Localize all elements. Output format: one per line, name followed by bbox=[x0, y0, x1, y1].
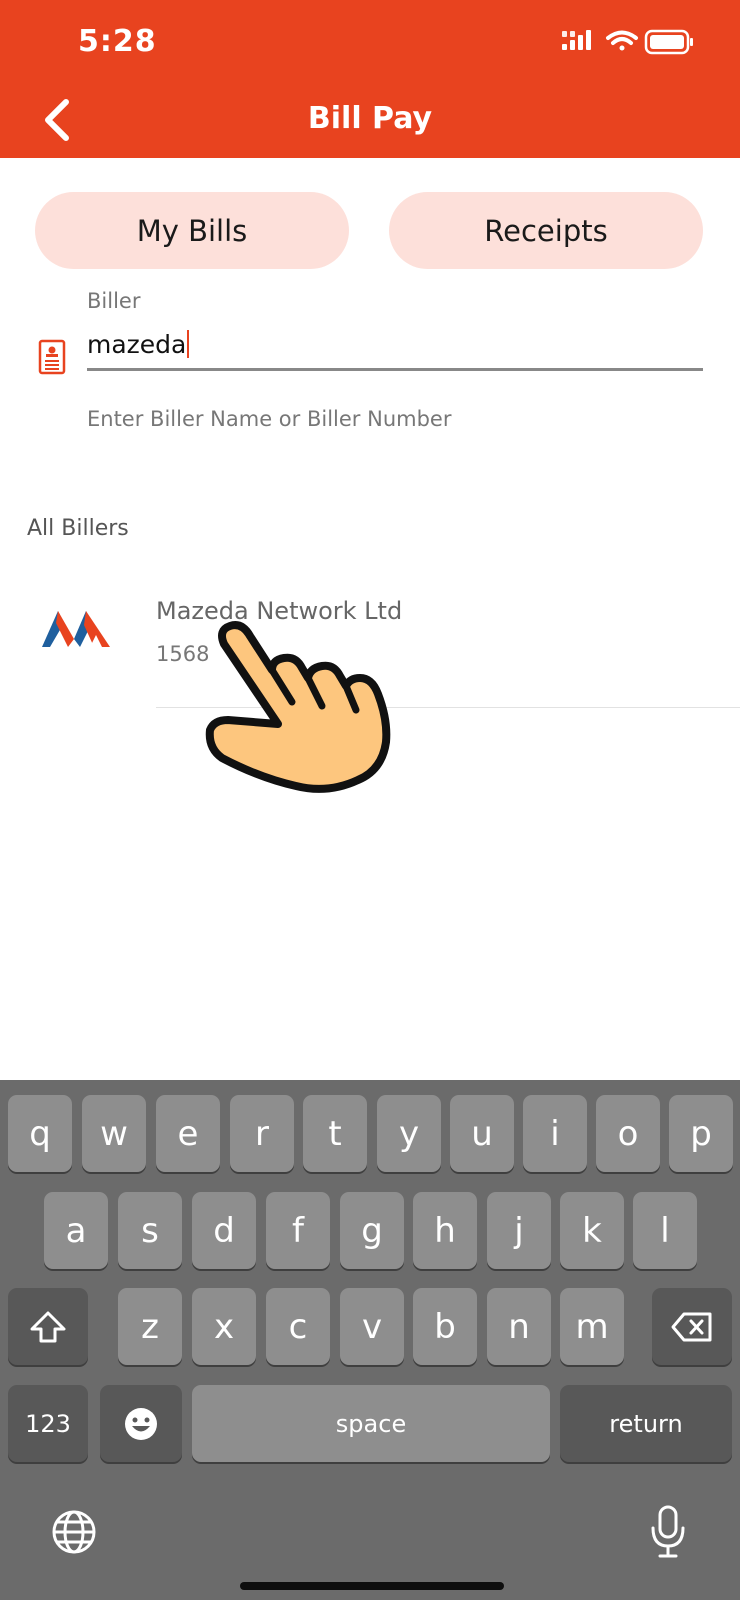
numbers-key[interactable]: 123 bbox=[8, 1385, 88, 1462]
battery-icon bbox=[644, 29, 693, 55]
key-p[interactable]: p bbox=[669, 1095, 733, 1172]
bill-document-icon bbox=[38, 339, 66, 375]
emoji-key[interactable] bbox=[100, 1385, 182, 1462]
key-t[interactable]: t bbox=[303, 1095, 367, 1172]
key-h[interactable]: h bbox=[413, 1192, 477, 1269]
tab-receipts[interactable]: Receipts bbox=[389, 192, 703, 269]
key-w[interactable]: w bbox=[82, 1095, 146, 1172]
key-e[interactable]: e bbox=[156, 1095, 220, 1172]
return-key[interactable]: return bbox=[560, 1385, 732, 1462]
key-f[interactable]: f bbox=[266, 1192, 330, 1269]
shift-key[interactable] bbox=[8, 1288, 88, 1365]
key-c[interactable]: c bbox=[266, 1288, 330, 1365]
key-n[interactable]: n bbox=[487, 1288, 551, 1365]
key-j[interactable]: j bbox=[487, 1192, 551, 1269]
key-s[interactable]: s bbox=[118, 1192, 182, 1269]
status-icons bbox=[562, 29, 693, 55]
biller-helper-text: Enter Biller Name or Biller Number bbox=[87, 407, 452, 431]
key-o[interactable]: o bbox=[596, 1095, 660, 1172]
key-d[interactable]: d bbox=[192, 1192, 256, 1269]
key-g[interactable]: g bbox=[340, 1192, 404, 1269]
key-q[interactable]: q bbox=[8, 1095, 72, 1172]
wifi-icon bbox=[606, 30, 638, 51]
status-time: 5:28 bbox=[78, 24, 157, 59]
key-k[interactable]: k bbox=[560, 1192, 624, 1269]
all-billers-heading: All Billers bbox=[27, 516, 129, 541]
home-indicator bbox=[240, 1582, 504, 1590]
key-y[interactable]: y bbox=[377, 1095, 441, 1172]
pointing-hand-icon bbox=[205, 621, 391, 793]
biller-search-input[interactable]: mazeda bbox=[87, 324, 703, 371]
app-header: 5:28 Bill Pay bbox=[0, 0, 740, 158]
biller-input-value: mazeda bbox=[87, 330, 190, 359]
shift-arrow-icon bbox=[30, 1311, 66, 1342]
key-b[interactable]: b bbox=[413, 1288, 477, 1365]
backspace-icon bbox=[671, 1312, 712, 1341]
key-m[interactable]: m bbox=[560, 1288, 624, 1365]
text-caret bbox=[187, 330, 190, 358]
key-u[interactable]: u bbox=[450, 1095, 514, 1172]
key-i[interactable]: i bbox=[523, 1095, 587, 1172]
key-v[interactable]: v bbox=[340, 1288, 404, 1365]
space-key[interactable]: space bbox=[192, 1385, 550, 1462]
key-a[interactable]: a bbox=[44, 1192, 108, 1269]
biller-field-label: Biller bbox=[87, 289, 141, 313]
key-l[interactable]: l bbox=[633, 1192, 697, 1269]
mazeda-logo-icon bbox=[42, 611, 110, 647]
page-title: Bill Pay bbox=[307, 101, 433, 136]
microphone-icon[interactable] bbox=[648, 1504, 688, 1560]
cellular-signal-icon bbox=[562, 30, 591, 50]
emoji-icon bbox=[125, 1407, 157, 1440]
key-z[interactable]: z bbox=[118, 1288, 182, 1365]
backspace-key[interactable] bbox=[652, 1288, 732, 1365]
key-r[interactable]: r bbox=[230, 1095, 294, 1172]
tab-my-bills[interactable]: My Bills bbox=[35, 192, 349, 269]
globe-icon[interactable] bbox=[50, 1508, 98, 1556]
keyboard: q w e r t y u i o p a s d f g h j k l z … bbox=[0, 1080, 740, 1600]
key-x[interactable]: x bbox=[192, 1288, 256, 1365]
